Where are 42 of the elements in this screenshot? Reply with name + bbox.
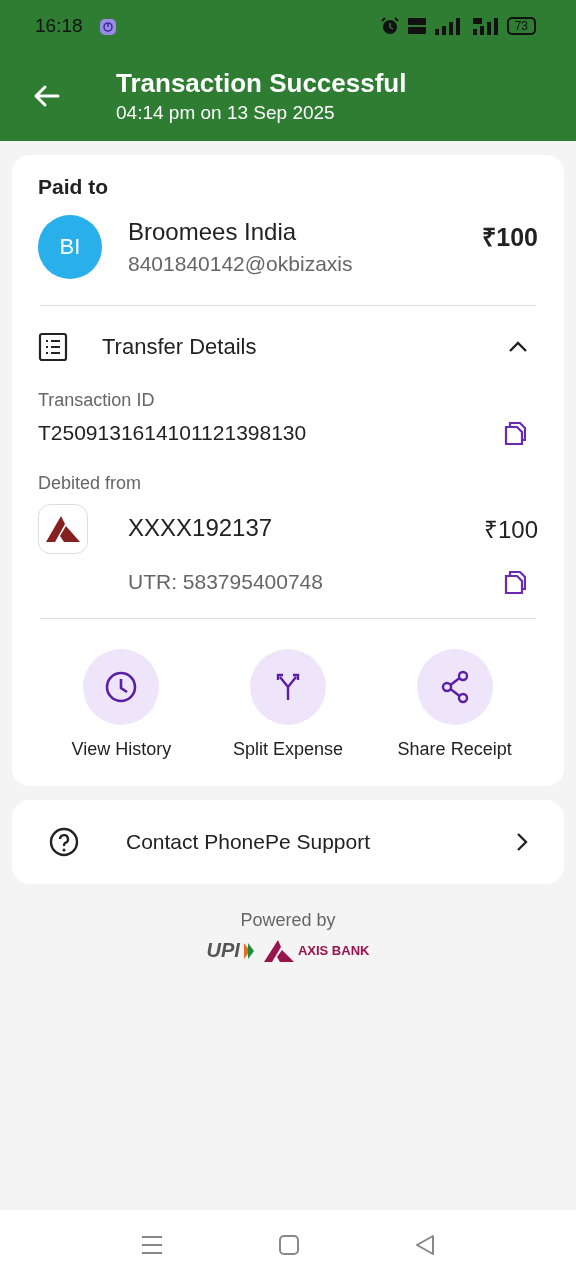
home-square-icon[interactable] [279,1235,299,1255]
field-label: Transaction ID [38,390,156,411]
transaction-date: 04:14 pm on 13 Sep 2025 [116,102,336,124]
list-icon [38,332,68,362]
status-time: 16:18 [35,15,83,37]
app-notification-icon [98,16,117,36]
account-number: XXXX192137 [128,514,273,542]
page-title: Transaction Successful [116,68,407,99]
axis-bank-logo: AXIS BANK [297,943,370,958]
signal-icon [434,17,461,35]
menu-icon[interactable] [141,1235,163,1255]
copy-icon[interactable] [504,421,526,445]
axis-bank-mark-icon [263,939,294,962]
chevron-right-icon [516,832,528,852]
split-icon [275,672,301,702]
battery-indicator: 73 [506,17,536,35]
debited-amount: ₹100 [483,514,538,545]
back-arrow-icon[interactable] [32,84,60,108]
field-label: Debited from [38,473,143,494]
support-row[interactable]: Contact PhonePe Support [12,800,564,884]
action-label: View History [71,739,172,760]
payee-avatar: BI [38,215,102,279]
transfer-details-toggle[interactable]: Transfer Details [38,332,538,362]
payee-upi-id: 8401840142@okbizaxis [128,252,354,276]
back-triangle-icon[interactable] [415,1235,435,1255]
utr-number: UTR: 583795400748 [128,570,323,594]
copy-icon[interactable] [504,570,526,594]
transaction-id: T2509131614101121398130 [38,421,307,445]
share-icon [439,670,470,704]
action-label: Split Expense [232,739,343,760]
transfer-details-title: Transfer Details [102,334,258,360]
action-label: Share Receipt [397,739,512,760]
powered-by-text: Powered by [239,910,337,931]
paid-amount: ₹100 [482,222,538,253]
upi-logo: UPI [206,939,240,962]
payee-name: Broomees India [128,218,298,246]
upi-stripes-icon [243,942,254,959]
help-icon [48,826,80,858]
section-heading: Paid to [38,175,109,199]
clock-icon [104,670,139,704]
bank-logo-icon [38,504,88,554]
alarm-icon [380,17,399,35]
